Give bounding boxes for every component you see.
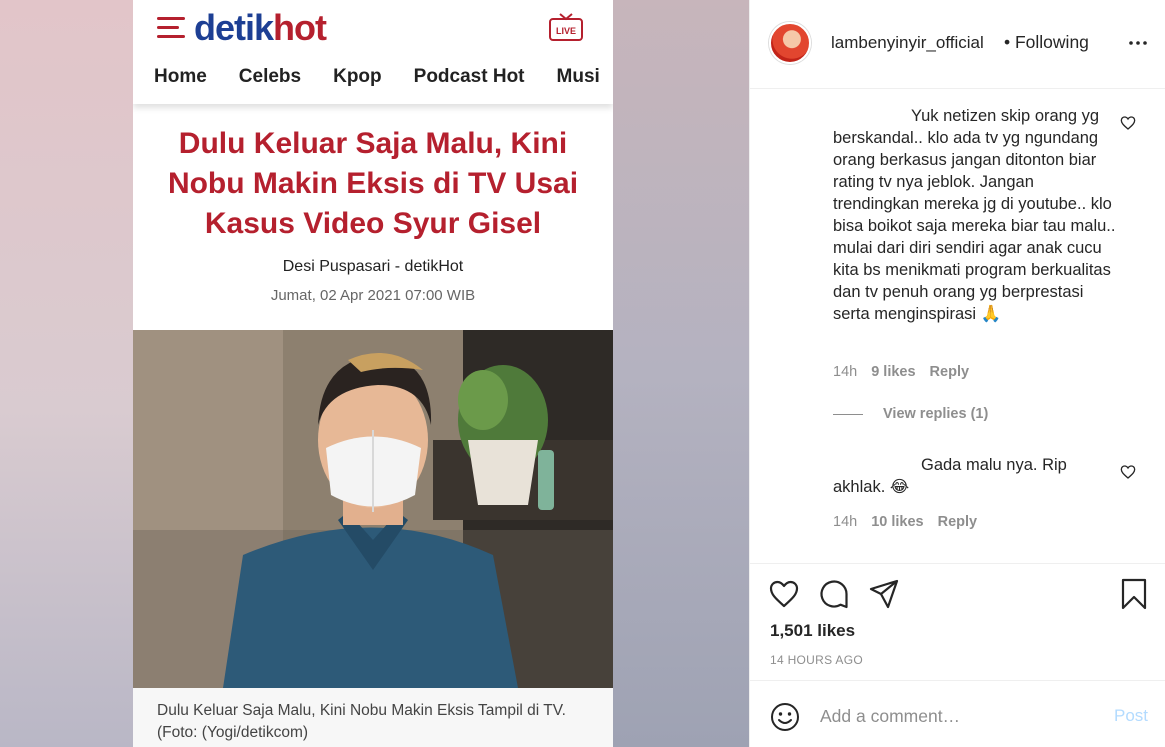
post-media[interactable]: detikhot LIVE Home Celebs Kpop Podcast H…	[0, 0, 749, 747]
nav-item: Podcast Hot	[413, 66, 525, 87]
like-icon[interactable]	[768, 578, 800, 610]
save-icon[interactable]	[1118, 578, 1150, 610]
reply-button[interactable]: Reply	[938, 514, 978, 530]
like-comment-icon[interactable]	[1120, 464, 1136, 480]
reply-button[interactable]: Reply	[930, 364, 970, 380]
article-nav: Home Celebs Kpop Podcast Hot Musi	[154, 66, 613, 88]
live-tv-icon: LIVE	[549, 13, 583, 41]
comment-text: Yuk netizen skip orang yg berskandal.. k…	[833, 107, 1116, 323]
comment-time: 14h	[833, 364, 858, 380]
nav-item: Kpop	[333, 66, 382, 87]
article-screenshot: detikhot LIVE Home Celebs Kpop Podcast H…	[133, 0, 613, 747]
username-link[interactable]: lambenyinyir_official	[831, 33, 984, 53]
post-actions: 1,501 likes 14 HOURS AGO	[750, 563, 1165, 680]
live-label: LIVE	[556, 26, 576, 36]
post-timestamp: 14 HOURS AGO	[770, 653, 863, 667]
article-author: Desi Puspasari - detikHot	[282, 258, 464, 275]
post-panel: lambenyinyir_official • Following Yuk ne…	[749, 0, 1165, 747]
comment-input[interactable]: Add a comment…	[820, 706, 960, 727]
nav-item: Celebs	[238, 66, 302, 87]
post-header: lambenyinyir_official • Following	[750, 0, 1165, 89]
comment-likes[interactable]: 9 likes	[871, 364, 915, 380]
likes-count[interactable]: 1,501 likes	[770, 621, 855, 641]
article-photo	[133, 330, 613, 688]
emoji-icon[interactable]	[769, 701, 801, 733]
comment-likes[interactable]: 10 likes	[871, 514, 923, 530]
like-comment-icon[interactable]	[1120, 115, 1136, 131]
view-replies-label: View replies (1)	[883, 406, 989, 422]
more-options-icon[interactable]	[1126, 30, 1150, 54]
man-in-mask-image	[133, 330, 613, 688]
comment-meta: 14h 10 likes Reply	[833, 514, 977, 530]
nav-item: Musi	[556, 66, 600, 87]
add-comment-bar: Add a comment… Post	[750, 680, 1165, 747]
view-replies-button[interactable]: View replies (1)	[833, 406, 988, 422]
article-date: Jumat, 02 Apr 2021 07:00 WIB	[270, 287, 476, 304]
avatar[interactable]	[769, 22, 811, 64]
photo-caption: Dulu Keluar Saja Malu, Kini Nobu Makin E…	[133, 688, 613, 747]
comment-text: Gada malu nya. Rip akhlak. 😂	[833, 456, 1067, 496]
following-status[interactable]: • Following	[1004, 32, 1089, 53]
comment-time: 14h	[833, 514, 858, 530]
nav-item: Home	[154, 66, 207, 87]
article-header: detikhot LIVE Home Celebs Kpop Podcast H…	[133, 0, 613, 104]
comment-meta: 14h 9 likes Reply	[833, 364, 969, 380]
replies-divider	[833, 413, 863, 415]
share-icon[interactable]	[868, 578, 900, 610]
detikhot-logo: detikhot	[194, 7, 327, 48]
comment-icon[interactable]	[818, 578, 850, 610]
article-title: Dulu Keluar Saja Malu, Kini Nobu Makin E…	[167, 127, 579, 240]
post-button[interactable]: Post	[1114, 706, 1148, 726]
menu-icon	[157, 17, 185, 41]
